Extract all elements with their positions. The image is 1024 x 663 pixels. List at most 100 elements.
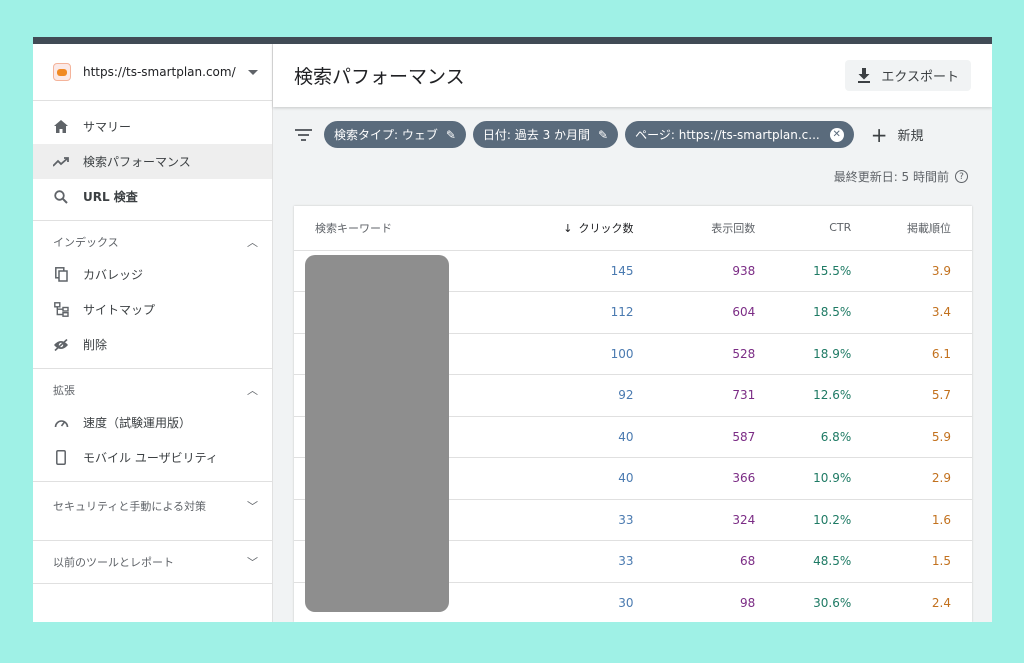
impressions-cell: 938: [633, 250, 756, 292]
home-icon: [53, 119, 69, 135]
eye-off-icon: [53, 337, 69, 353]
nav-item-label: サイトマップ: [83, 303, 156, 317]
site-favicon-icon: [53, 63, 71, 81]
nav-item-label: URL 検査: [83, 190, 138, 204]
clicks-cell: 33: [500, 540, 634, 583]
chevron-up-icon: ︿: [247, 236, 258, 249]
redacted-keywords-overlay: [305, 255, 449, 612]
export-button[interactable]: エクスポート: [845, 60, 971, 91]
ctr-cell: 10.2%: [755, 499, 852, 541]
sidebar: https://ts-smartplan.com/ サマリー 検索パフォーマンス: [33, 44, 273, 622]
column-header-impressions[interactable]: 表示回数: [633, 206, 756, 251]
nav-item-label: サマリー: [83, 120, 132, 134]
queries-table-card: 検索キーワード ↓ クリック数 表示回数 CTR 掲載順位 145 938 15.5%…: [294, 206, 972, 622]
section-title: セキュリティと手動による対策: [53, 500, 207, 513]
nav-item-url-inspection[interactable]: URL 検査: [33, 179, 272, 214]
speedometer-icon: [53, 415, 69, 431]
section-legacy: 以前のツールとレポート ﹀: [33, 540, 272, 583]
ctr-cell: 30.6%: [755, 582, 852, 622]
export-label: エクスポート: [881, 70, 959, 85]
ctr-cell: 12.6%: [755, 374, 852, 417]
download-icon: [858, 68, 871, 83]
section-next: [33, 583, 272, 596]
page-title: 検索パフォーマンス: [294, 66, 465, 88]
column-header-keyword[interactable]: 検索キーワード: [294, 206, 501, 251]
nav-item-summary[interactable]: サマリー: [33, 109, 272, 144]
position-cell: 2.9: [851, 457, 972, 500]
impressions-cell: 324: [633, 499, 756, 541]
column-header-position[interactable]: 掲載順位: [851, 206, 972, 251]
last-updated: 最終更新日: 5 時間前 ?: [834, 168, 968, 185]
column-header-ctr[interactable]: CTR: [755, 206, 852, 251]
impressions-cell: 68: [633, 540, 756, 583]
section-header[interactable]: 以前のツールとレポート ﹀: [33, 547, 272, 577]
impressions-cell: 587: [633, 416, 756, 458]
nav-item-label: 削除: [83, 338, 108, 352]
nav-item-label: モバイル ユーザビリティ: [83, 451, 218, 465]
close-icon[interactable]: ✕: [829, 127, 844, 142]
clicks-cell: 145: [500, 250, 634, 292]
nav-item-speed[interactable]: 速度（試験運用版）: [33, 405, 272, 440]
dropdown-arrow-icon: [248, 69, 258, 75]
chip-label: 検索タイプ: ウェブ: [334, 128, 438, 142]
clicks-cell: 33: [500, 499, 634, 541]
section-header[interactable]: インデックス ︿: [33, 227, 272, 257]
section-security: セキュリティと手動による対策 ﹀: [33, 481, 272, 540]
ctr-cell: 18.5%: [755, 291, 852, 334]
trending-up-icon: [53, 154, 69, 170]
position-cell: 3.4: [851, 291, 972, 334]
plus-icon: +: [870, 122, 888, 147]
filter-chip-date[interactable]: 日付: 過去 3 か月間 ✎: [472, 121, 619, 148]
clicks-cell: 30: [500, 582, 634, 622]
last-updated-text: 最終更新日: 5 時間前: [833, 170, 949, 184]
main-content: 検索パフォーマンス エクスポート 検索タイプ: ウェブ ✎ 日付: 過去 3 か…: [273, 44, 992, 622]
nav-item-sitemaps[interactable]: サイトマップ: [33, 292, 272, 327]
header: 検索パフォーマンス エクスポート: [273, 44, 992, 107]
chevron-up-icon: ︿: [247, 384, 258, 397]
position-cell: 5.7: [851, 374, 972, 417]
help-icon[interactable]: ?: [955, 170, 968, 183]
copy-icon: [53, 267, 69, 283]
position-cell: 1.5: [851, 540, 972, 583]
position-cell: 2.4: [851, 582, 972, 622]
sort-arrow-down-icon: ↓: [563, 221, 573, 235]
ctr-cell: 15.5%: [755, 250, 852, 292]
nav-item-label: 検索パフォーマンス: [83, 155, 191, 169]
edit-icon[interactable]: ✎: [446, 128, 456, 142]
nav-item-label: カバレッジ: [83, 268, 144, 282]
section-header[interactable]: セキュリティと手動による対策 ﹀: [33, 488, 272, 534]
edit-icon[interactable]: ✎: [598, 128, 608, 142]
impressions-cell: 731: [633, 374, 756, 417]
filter-chip-page[interactable]: ページ: https://ts-smartplan.c... ✕: [625, 121, 854, 148]
nav-item-coverage[interactable]: カバレッジ: [33, 257, 272, 292]
nav-item-mobile-usability[interactable]: モバイル ユーザビリティ: [33, 440, 272, 475]
property-url: https://ts-smartplan.com/: [83, 65, 236, 79]
phone-icon: [53, 450, 69, 466]
position-cell: 3.9: [851, 250, 972, 292]
new-filter-label: 新規: [897, 129, 924, 144]
search-icon: [53, 189, 69, 205]
app-window: https://ts-smartplan.com/ サマリー 検索パフォーマンス: [33, 37, 992, 622]
section-index: インデックス ︿ カバレッジ サイトマップ 削除: [33, 220, 272, 368]
column-header-clicks[interactable]: ↓ クリック数: [500, 206, 634, 251]
impressions-cell: 528: [633, 333, 756, 375]
chip-label: ページ: https://ts-smartplan.c...: [635, 128, 820, 142]
nav-item-performance[interactable]: 検索パフォーマンス: [33, 144, 272, 179]
table-header-row: 検索キーワード ↓ クリック数 表示回数 CTR 掲載順位: [294, 206, 972, 251]
filter-chip-search-type[interactable]: 検索タイプ: ウェブ ✎: [324, 121, 466, 148]
chevron-down-icon: ﹀: [247, 556, 258, 569]
section-title: インデックス: [53, 236, 119, 249]
property-selector[interactable]: https://ts-smartplan.com/: [33, 44, 272, 101]
section-header[interactable]: 拡張 ︿: [33, 375, 272, 405]
filter-icon[interactable]: [295, 128, 312, 141]
impressions-cell: 98: [633, 582, 756, 622]
nav-item-removals[interactable]: 削除: [33, 327, 272, 362]
nav-top: サマリー 検索パフォーマンス URL 検査: [33, 101, 272, 220]
new-filter-button[interactable]: + 新規: [871, 123, 924, 147]
section-title: 拡張: [53, 384, 75, 397]
section-title: 以前のツールとレポート: [53, 556, 174, 569]
position-cell: 6.1: [851, 333, 972, 375]
impressions-cell: 366: [633, 457, 756, 500]
section-enhancements: 拡張 ︿ 速度（試験運用版） モバイル ユーザビリティ: [33, 368, 272, 481]
nav-item-label: 速度（試験運用版）: [83, 416, 192, 430]
